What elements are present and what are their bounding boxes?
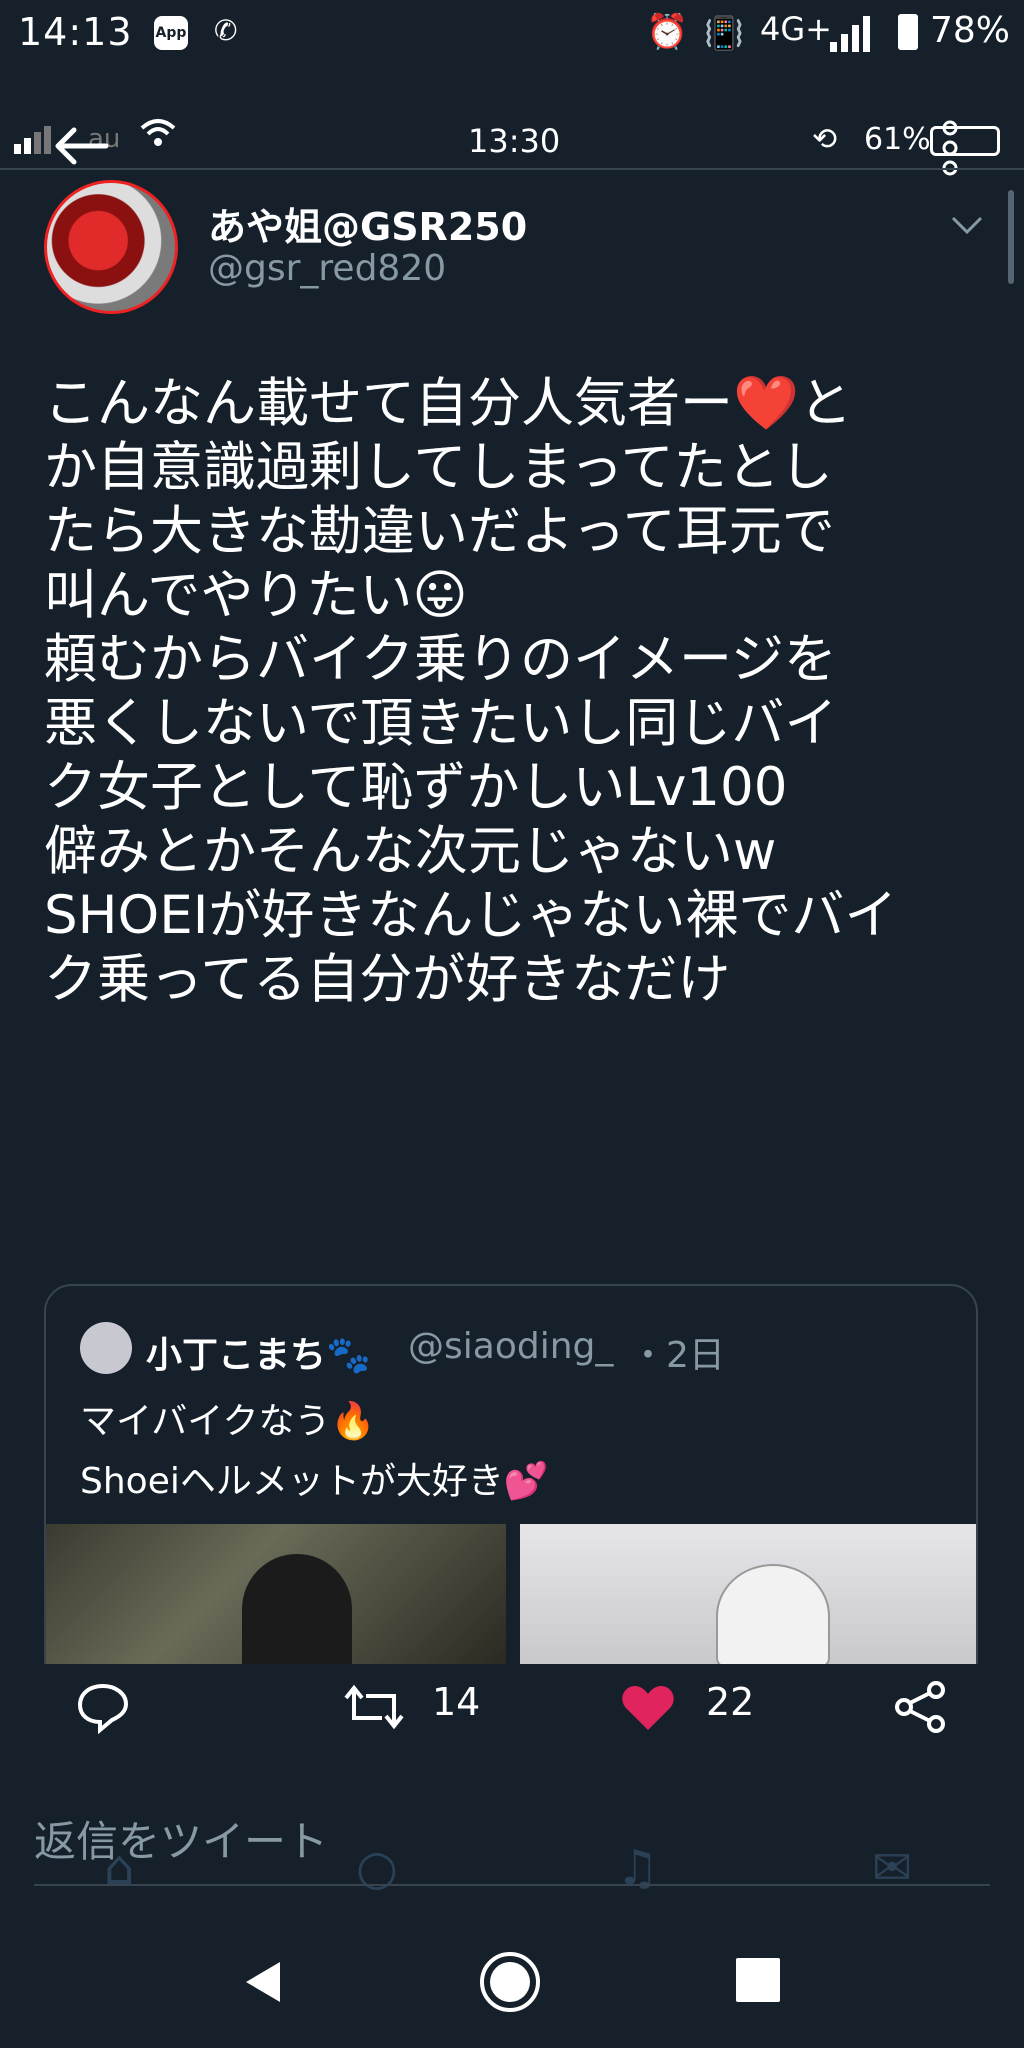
display-name[interactable]: あや姐@GSR250: [208, 196, 527, 251]
back-nav-icon[interactable]: [240, 1958, 284, 2006]
system-nav-bar: [0, 1914, 1024, 2048]
battery-icon: [898, 14, 918, 50]
quoted-avatar: [80, 1322, 132, 1374]
reply-placeholder[interactable]: 返信をツイート: [34, 1808, 328, 1869]
mail-tab-icon-ghost: ✉: [872, 1840, 913, 1896]
rotation-lock-icon: ⟲: [812, 122, 838, 157]
alarm-icon: ⏰: [646, 12, 689, 52]
share-icon[interactable]: [894, 1680, 948, 1734]
person-silhouette: [242, 1554, 352, 1664]
action-bar: [0, 1664, 1024, 1764]
quoted-timestamp: ・2日: [630, 1335, 725, 1376]
quoted-handle: @siaoding_: [408, 1326, 614, 1367]
header-divider: [0, 168, 1024, 170]
inner-battery-level: 61%: [864, 122, 931, 157]
user-handle[interactable]: @gsr_red820: [208, 248, 446, 289]
recents-nav-icon[interactable]: [736, 1958, 780, 2002]
retweet-icon[interactable]: [342, 1682, 406, 1732]
chevron-down-icon[interactable]: [950, 214, 984, 236]
avatar[interactable]: [44, 180, 178, 314]
wifi-icon: [140, 118, 176, 156]
quoted-text: マイバイクなう🔥 Shoeiヘルメットが大好き💕: [80, 1401, 549, 1502]
helmet-shape: [716, 1564, 830, 1668]
tweet-text: こんなん載せて自分人気者ー❤️と か自意識過剰してしまってたとし たら大きな勘違…: [44, 373, 898, 1010]
home-nav-icon[interactable]: [478, 1950, 542, 2014]
inner-clock: 13:30: [468, 122, 561, 160]
back-arrow-icon[interactable]: [50, 124, 110, 168]
quoted-display-name: 小丁こまち🐾: [146, 1335, 371, 1376]
call-forward-icon: ✆: [214, 14, 238, 47]
vibrate-icon: 📳: [704, 14, 744, 52]
search-tab-icon-ghost: ○: [356, 1840, 398, 1896]
network-type: 4G+: [760, 10, 832, 48]
signal-icon: [830, 16, 870, 52]
app-notification-icon: App: [154, 16, 188, 50]
reply-icon[interactable]: [76, 1680, 130, 1734]
quoted-photo-right[interactable]: [520, 1524, 976, 1668]
quoted-photo-left[interactable]: [46, 1524, 506, 1664]
outer-clock: 14:13: [18, 10, 133, 54]
outer-battery-level: 78%: [930, 10, 1011, 51]
retweet-count: 14: [432, 1680, 481, 1724]
scrollbar[interactable]: [1008, 190, 1014, 284]
outer-status-bar: 14:13 App ✆ ⏰ 📳 4G+ 78%: [0, 0, 1024, 72]
reply-underline: [34, 1884, 990, 1886]
screen: { "outer_status": { "time": "14:13", "ap…: [0, 0, 1024, 2048]
bell-tab-icon-ghost: ♫: [616, 1840, 660, 1896]
heart-icon[interactable]: [620, 1682, 676, 1732]
like-count: 22: [706, 1680, 755, 1724]
